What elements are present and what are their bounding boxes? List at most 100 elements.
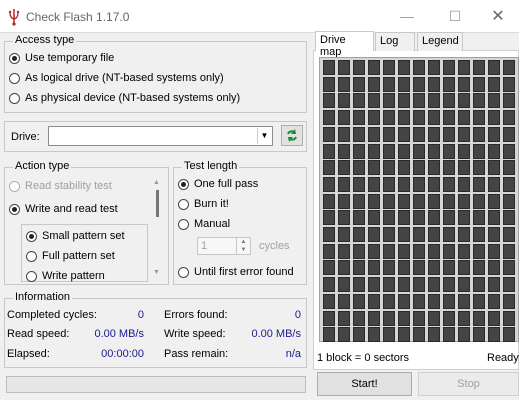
radio-label: Until first error found [194,266,294,278]
drive-map-block [338,126,350,142]
drive-map-block [338,160,350,176]
radio-small-pattern-set[interactable]: Small pattern set [26,230,125,242]
drive-map-block [368,310,380,326]
cycles-spinner[interactable]: 1 ▲ ▼ [197,237,251,255]
drive-map-block [368,60,380,75]
action-type-scrollbar[interactable]: ▲ ▼ [150,177,165,281]
radio-label: One full pass [194,178,259,190]
drive-map-block [488,93,500,109]
drive-map-block [323,176,335,192]
drive-map-block [413,76,425,92]
radio-manual[interactable]: Manual [178,218,230,230]
radio-one-full-pass[interactable]: One full pass [178,178,258,190]
drive-map-block [428,227,440,242]
radio-label: As logical drive (NT-based systems only) [25,72,224,84]
drive-map-block [428,243,440,259]
drive-map-block [428,110,440,126]
radio-dot [9,92,20,104]
drive-map-block [503,76,515,92]
drive-map-block [413,160,425,176]
refresh-drives-button[interactable] [281,125,303,146]
drive-map-block [368,93,380,109]
radio-label: Small pattern set [42,230,125,242]
drive-map-block [473,310,485,326]
radio-until-first-error[interactable]: Until first error found [178,266,294,278]
completed-cycles-value: 0 [137,309,144,321]
drive-map-block [398,293,410,309]
radio-label: Manual [194,218,231,230]
drive-map-block [368,143,380,159]
spinner-arrows[interactable]: ▲ ▼ [236,238,250,254]
radio-physical-device[interactable]: As physical device (NT-based systems onl… [9,92,240,104]
radio-burn-it[interactable]: Burn it! [178,198,229,210]
drive-map-block [413,293,425,309]
drive-map-block [353,176,365,192]
cycles-value: 1 [201,240,208,252]
drive-map-block [398,193,410,209]
close-button[interactable]: ✕ [475,0,519,33]
scroll-up-arrow[interactable]: ▲ [153,179,160,186]
drive-map-block [503,93,515,109]
drive-map-block [383,193,395,209]
drive-map-block [443,93,455,109]
chevron-down-icon[interactable]: ▼ [257,128,271,144]
drive-map-block [473,277,485,293]
drive-map-block [338,193,350,209]
drive-map-block [353,243,365,259]
pass-remain-value: n/a [285,348,301,360]
radio-dot [9,72,20,84]
drive-map-block [383,260,395,276]
radio-write-and-read-test[interactable]: Write and read test [9,203,118,215]
drive-map-block [473,110,485,126]
drive-map-block [398,93,410,109]
drive-map-block [338,60,350,75]
radio-dot [9,52,20,64]
drive-map-block [488,260,500,276]
drive-map-block [473,260,485,276]
drive-map-block [398,110,410,126]
radio-full-pattern-set[interactable]: Full pattern set [26,250,115,262]
drive-map-block [458,76,470,92]
usb-icon [8,9,20,26]
drive-map-block [458,60,470,75]
stop-button[interactable]: Stop [418,372,519,396]
drive-map-block [443,277,455,293]
scrollbar-thumb[interactable] [156,190,159,217]
drive-map-block [338,293,350,309]
maximize-button[interactable]: ☐ [432,0,478,33]
drive-map-block [323,143,335,159]
scroll-down-arrow[interactable]: ▼ [153,269,160,276]
drive-map-block [503,277,515,293]
write-speed-value: 0.00 MB/s [251,328,301,340]
radio-write-pattern[interactable]: Write pattern [26,270,105,282]
drive-map-block [368,243,380,259]
window-title: Check Flash 1.17.0 [26,10,130,24]
minimize-button[interactable]: — [384,0,430,33]
drive-map-block [443,193,455,209]
drive-map-block [503,126,515,142]
drive-map-block [383,327,395,343]
drive-map-block [338,260,350,276]
drive-label: Drive: [11,131,40,143]
drive-map-block [503,60,515,75]
drive-map-block [353,93,365,109]
radio-use-temporary-file[interactable]: Use temporary file [9,52,114,64]
start-button[interactable]: Start! [317,372,412,396]
drive-map-block [488,160,500,176]
radio-read-stability-test[interactable]: Read stability test [9,180,112,192]
radio-dot [26,230,37,242]
drive-select[interactable]: ▼ [48,126,273,146]
drive-map-block [338,310,350,326]
drive-map-block [323,193,335,209]
drive-map-block [353,327,365,343]
drive-map-block [473,193,485,209]
drive-map-block [383,277,395,293]
tab-legend[interactable]: Legend [417,32,463,51]
drive-map-block [338,227,350,242]
tab-log[interactable]: Log [375,32,415,51]
drive-map-block [323,277,335,293]
radio-logical-drive[interactable]: As logical drive (NT-based systems only) [9,72,224,84]
drive-map-block [488,310,500,326]
drive-map-block [488,76,500,92]
tab-drive-map[interactable]: Drive map [315,31,374,58]
